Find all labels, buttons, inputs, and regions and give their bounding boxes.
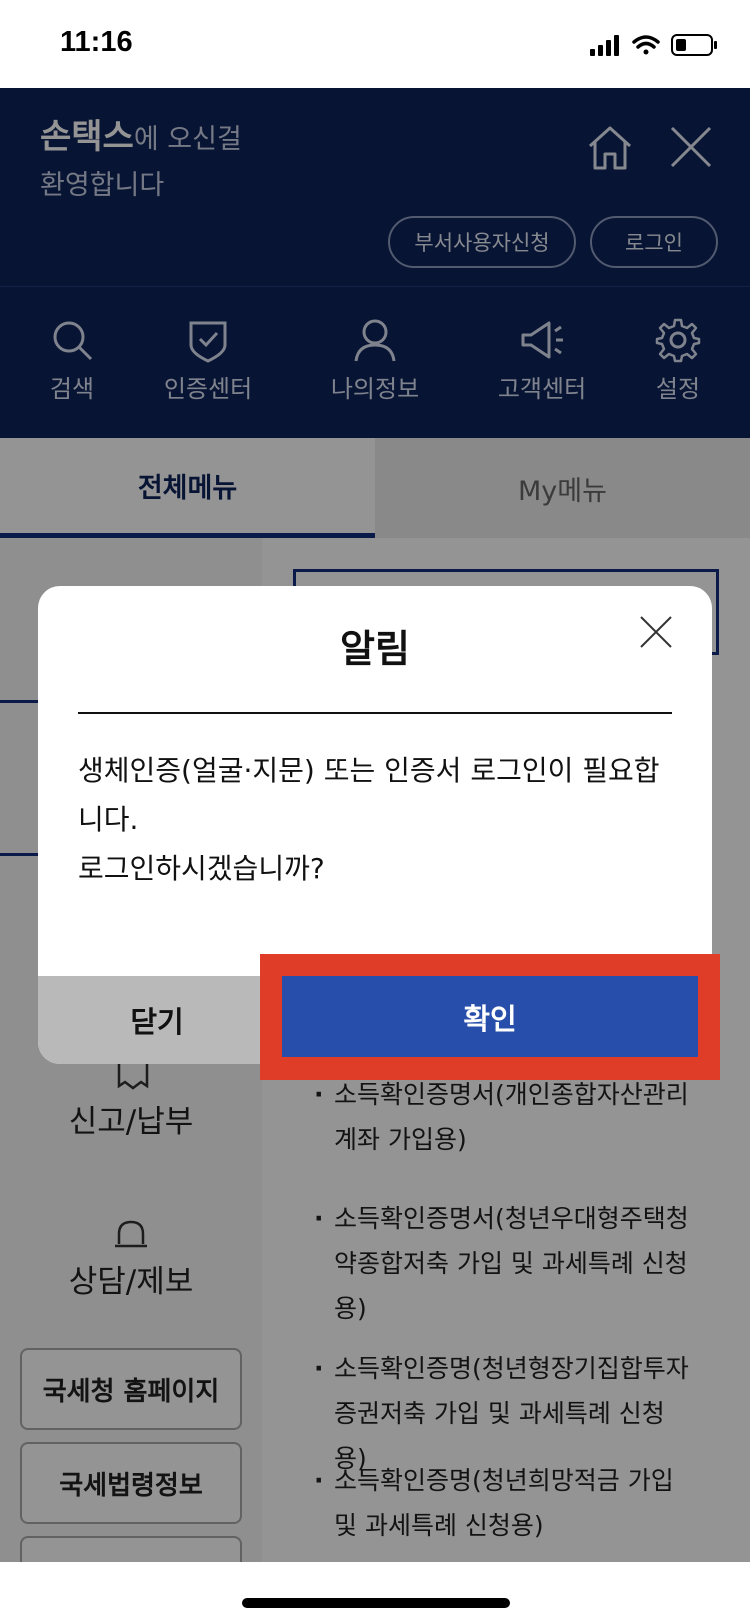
- status-bar: 11:16: [0, 0, 750, 88]
- signal-icon: [590, 35, 619, 56]
- dialog-message-line3: 로그인하시겠습니까?: [78, 852, 325, 885]
- dialog-message-line1: 생체인증(얼굴·지문) 또는 인증서 로그인이 필요합: [78, 754, 660, 787]
- wifi-icon: [632, 35, 660, 55]
- close-icon[interactable]: [638, 614, 674, 650]
- dialog-confirm-button[interactable]: 확인: [282, 976, 698, 1057]
- dialog-message-line2: 니다.: [78, 803, 139, 836]
- dialog-title: 알림: [340, 627, 410, 671]
- home-indicator[interactable]: [242, 1598, 510, 1608]
- dialog-message: 생체인증(얼굴·지문) 또는 인증서 로그인이 필요합 니다. 로그인하시겠습니…: [78, 746, 678, 893]
- home-indicator-area: [0, 1562, 750, 1624]
- status-icons: [590, 34, 717, 56]
- battery-icon: [671, 34, 717, 56]
- status-time: 11:16: [60, 26, 133, 58]
- dialog-divider: [78, 712, 672, 714]
- dialog-close-button[interactable]: 닫기: [38, 976, 276, 1064]
